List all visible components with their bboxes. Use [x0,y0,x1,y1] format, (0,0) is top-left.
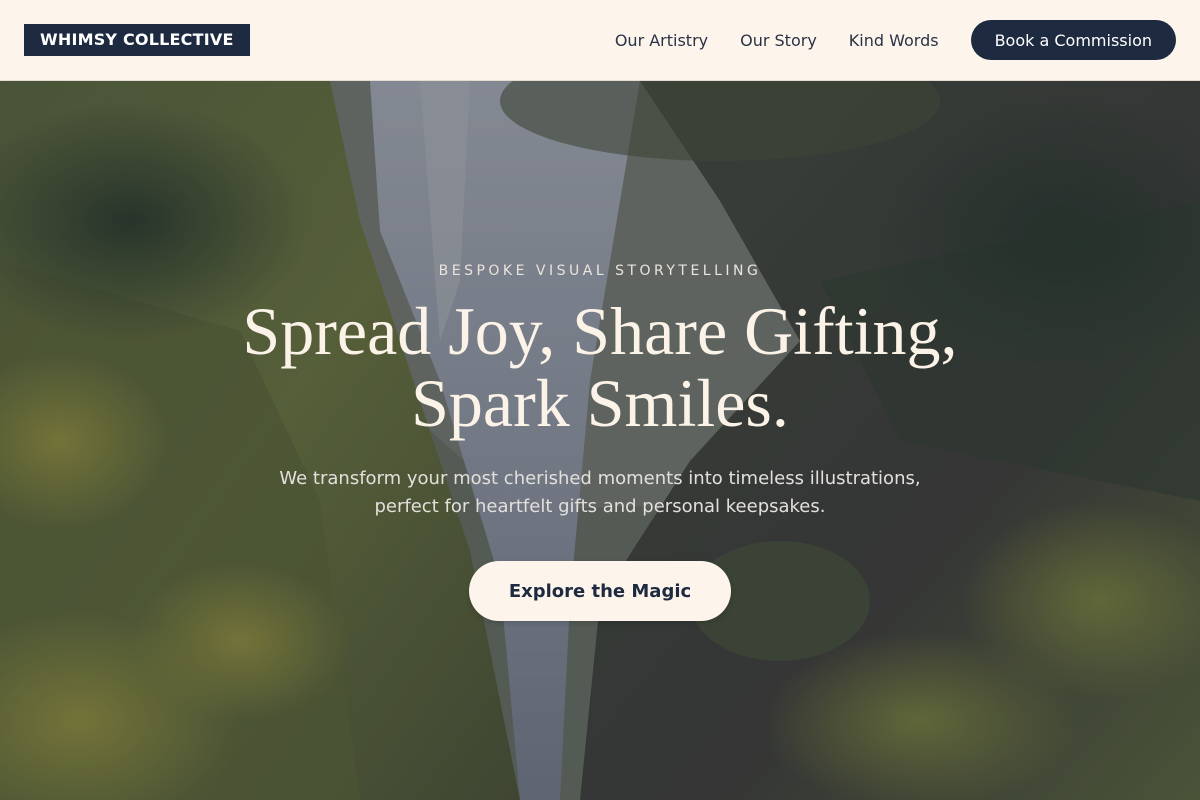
explore-magic-button[interactable]: Explore the Magic [469,561,731,621]
hero-subtext-line-1: We transform your most cherished moments… [279,468,921,489]
book-commission-button[interactable]: Book a Commission [970,20,1176,60]
hero-headline-line-2: Spark Smiles. [411,365,789,441]
hero-section: BESPOKE VISUAL STORYTELLING Spread Joy, … [0,81,1200,800]
site-header: WHIMSY COLLECTIVE Our Artistry Our Story… [0,0,1200,81]
logo[interactable]: WHIMSY COLLECTIVE [24,24,250,56]
hero-content: BESPOKE VISUAL STORYTELLING Spread Joy, … [0,81,1200,800]
hero-subtext-line-2: perfect for heartfelt gifts and personal… [374,496,826,517]
hero-subtext: We transform your most cherished moments… [250,465,950,521]
hero-eyebrow: BESPOKE VISUAL STORYTELLING [438,263,762,279]
nav-link-our-artistry[interactable]: Our Artistry [615,31,708,50]
main-nav: Our Artistry Our Story Kind Words [615,31,939,50]
hero-headline-line-1: Spread Joy, Share Gifting, [242,293,958,369]
nav-link-kind-words[interactable]: Kind Words [849,31,939,50]
nav-link-our-story[interactable]: Our Story [740,31,817,50]
hero-headline: Spread Joy, Share Gifting, Spark Smiles. [0,295,1200,439]
